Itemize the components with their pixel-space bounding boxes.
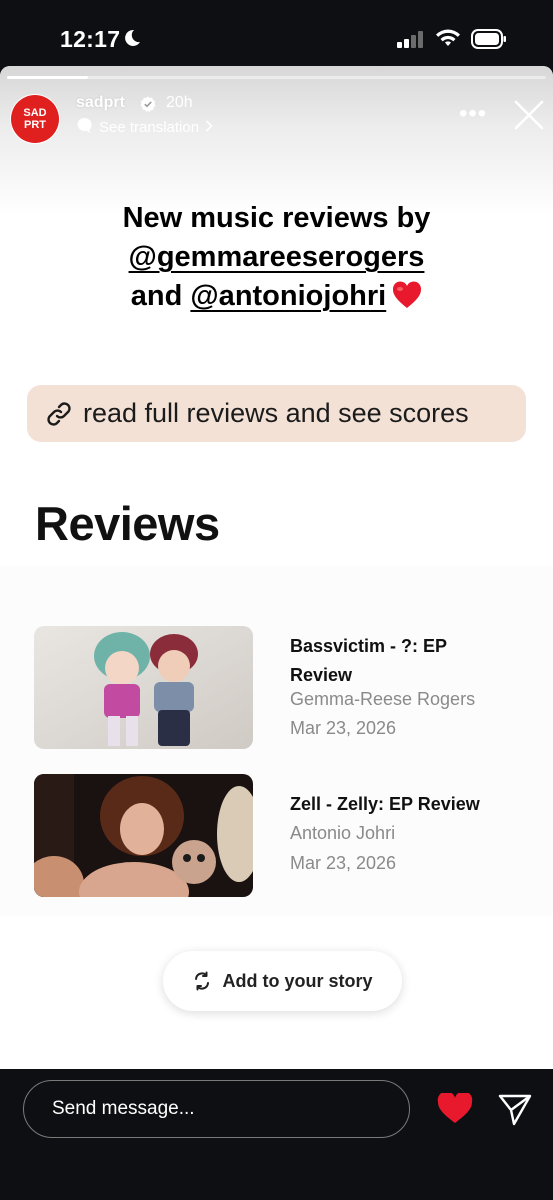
see-translation-label: See translation: [99, 119, 200, 136]
status-time: 12:17: [60, 26, 121, 52]
status-bar: 12:17: [0, 0, 553, 66]
link-sticker[interactable]: read full reviews and see scores: [27, 385, 526, 442]
review-date: Mar 23, 2026: [290, 718, 397, 738]
mention-antoniojohri[interactable]: @antoniojohri: [190, 280, 386, 312]
story-headline: New music reviews by @gemmareeserogers a…: [40, 199, 513, 320]
more-options-button[interactable]: •••: [459, 100, 487, 128]
review-thumbnail: [34, 626, 253, 749]
story-progress-fill: [7, 76, 88, 79]
mention-gemmareeserogers[interactable]: @gemmareeserogers: [129, 241, 425, 273]
review-author: Antonio Johri: [290, 823, 396, 843]
headline-and: and: [130, 280, 183, 312]
avatar[interactable]: SAD PRT: [11, 95, 59, 143]
username[interactable]: sadprt: [76, 94, 125, 112]
send-message-placeholder: Send message...: [52, 1098, 195, 1119]
post-age: 20h: [166, 94, 193, 111]
review-item[interactable]: Zell - Zelly: EP Review Antonio Johri Ma…: [34, 774, 524, 898]
review-thumbnail: [34, 774, 253, 897]
moon-icon: [121, 28, 141, 53]
add-to-story-button[interactable]: Add to your story: [163, 951, 402, 1011]
translate-icon: [76, 117, 93, 138]
review-author: Gemma-Reese Rogers: [290, 689, 476, 709]
review-title[interactable]: Zell - Zelly: EP Review: [290, 790, 510, 819]
wifi-icon: [435, 28, 461, 53]
story-progress-bar: [7, 76, 546, 79]
signal-icon: [397, 31, 425, 54]
link-icon: [47, 401, 71, 426]
refresh-icon: [195, 971, 210, 991]
story-header-fade: [0, 66, 553, 216]
review-title[interactable]: Bassvictim - ?: EP Review: [290, 632, 510, 690]
link-sticker-label: read full reviews and see scores: [83, 398, 469, 428]
verified-badge-icon: [140, 96, 156, 117]
see-translation-link[interactable]: See translation: [76, 117, 213, 138]
heart-icon[interactable]: [437, 1091, 473, 1130]
red-heart-emoji-icon: [392, 281, 422, 320]
battery-icon: [471, 29, 507, 54]
chevron-right-icon: [205, 119, 213, 136]
story-card[interactable]: SAD PRT sadprt 20h See translation ••• Ne…: [0, 66, 553, 1069]
review-item[interactable]: Bassvictim - ?: EP Review Gemma-Reese Ro…: [34, 626, 524, 750]
send-message-input[interactable]: Send message...: [23, 1080, 410, 1138]
send-icon[interactable]: [498, 1093, 532, 1132]
avatar-text: SAD PRT: [23, 107, 47, 131]
close-icon[interactable]: [514, 100, 544, 135]
add-to-story-label: Add to your story: [222, 970, 373, 991]
headline-line1: New music reviews by: [122, 202, 431, 234]
review-date: Mar 23, 2026: [290, 853, 397, 873]
reviews-list: Bassvictim - ?: EP Review Gemma-Reese Ro…: [0, 566, 553, 916]
reviews-heading: Reviews: [35, 497, 220, 550]
